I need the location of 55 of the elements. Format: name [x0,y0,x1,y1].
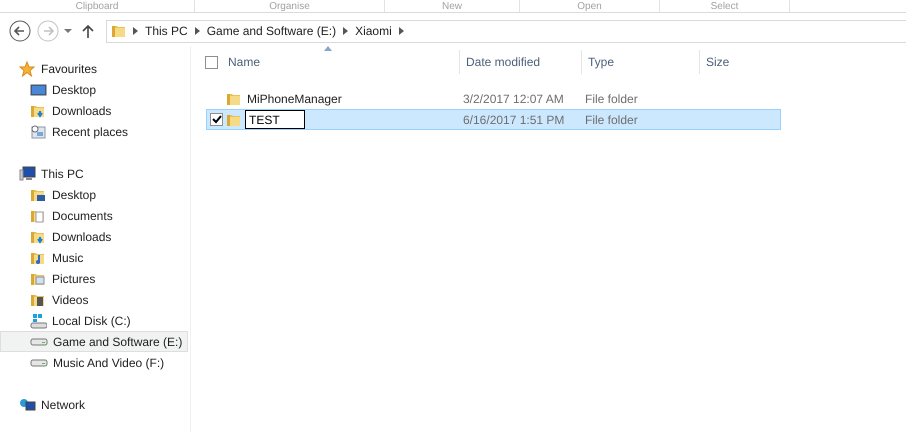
ribbon-group-label: Select [710,1,738,12]
file-row[interactable]: MiPhoneManager 3/2/2017 12:07 AM File folder [206,88,781,109]
breadcrumb-item[interactable]: Xiaomi [354,22,393,40]
file-name: MiPhoneManager [246,90,343,108]
nav-pane-item[interactable]: Downloads [0,100,188,121]
address-bar[interactable]: This PC Game and Software (E:) Xiaomi [106,20,906,42]
monitor-icon [30,82,47,98]
breadcrumb-item[interactable]: This PC [144,22,189,40]
nav-pane-item[interactable]: This PC [0,163,188,184]
ribbon-group-label: Clipboard [76,1,118,12]
ribbon-group-label: Open [577,1,602,12]
up-arrow-icon [82,24,94,38]
nav-pane-item[interactable]: Game and Software (E:) [0,331,188,352]
nav-pane-item[interactable]: Local Disk (C:) [0,310,188,331]
breadcrumb-item[interactable]: Game and Software (E:) [206,22,338,40]
drive-icon [30,312,47,328]
nav-pane-item[interactable]: Recent places [0,121,188,142]
column-header[interactable]: Date modified [459,50,581,74]
date-modified-cell-text: 3/2/2017 12:07 AM [463,90,565,108]
type-cell-text: File folder [585,112,638,128]
chevron-icon [194,27,200,35]
nav-pane-item[interactable]: Music [0,247,188,268]
nav-pane-item[interactable]: Downloads [0,226,188,247]
date-modified-cell-text: 6/16/2017 1:51 PM [463,112,566,128]
star-icon [19,60,36,76]
nav-pane-item[interactable]: Videos [0,289,188,310]
select-all-checkbox[interactable] [205,56,218,69]
chevron-icon [133,27,138,35]
nav-pane-item[interactable]: Music And Video (F:) [0,352,188,373]
row-checkbox[interactable] [210,113,223,126]
recent-places-icon [30,124,47,140]
folder-icon [111,23,127,39]
nav-pane-item[interactable]: Pictures [0,268,188,289]
computer-icon [19,166,36,182]
type-cell-text: File folder [585,90,638,108]
file-row[interactable]: TEST 6/16/2017 1:51 PM File folder [206,109,781,130]
network-icon [19,396,36,412]
drive-icon [30,338,48,346]
drive-icon [30,358,48,366]
rename-field[interactable]: TEST [245,110,305,129]
chevron-icon [343,27,348,35]
column-header[interactable]: Type [581,50,699,74]
nav-pane-item[interactable]: Desktop [0,184,188,205]
sort-arrow-icon [324,46,332,51]
nav-pane-item[interactable]: Desktop [0,79,188,100]
ribbon-group-label: Organise [269,1,310,12]
nav-pane-item[interactable]: Network [0,394,188,415]
back-button[interactable] [8,19,32,43]
ribbon-group-label: New [442,1,462,12]
column-header[interactable]: Name [222,50,459,74]
caret-icon [64,28,72,34]
column-header[interactable]: Size [699,50,779,74]
nav-pane-item[interactable]: Favourites [0,58,188,79]
nav-pane-item[interactable]: Documents [0,205,188,226]
chevron-icon [398,27,404,35]
